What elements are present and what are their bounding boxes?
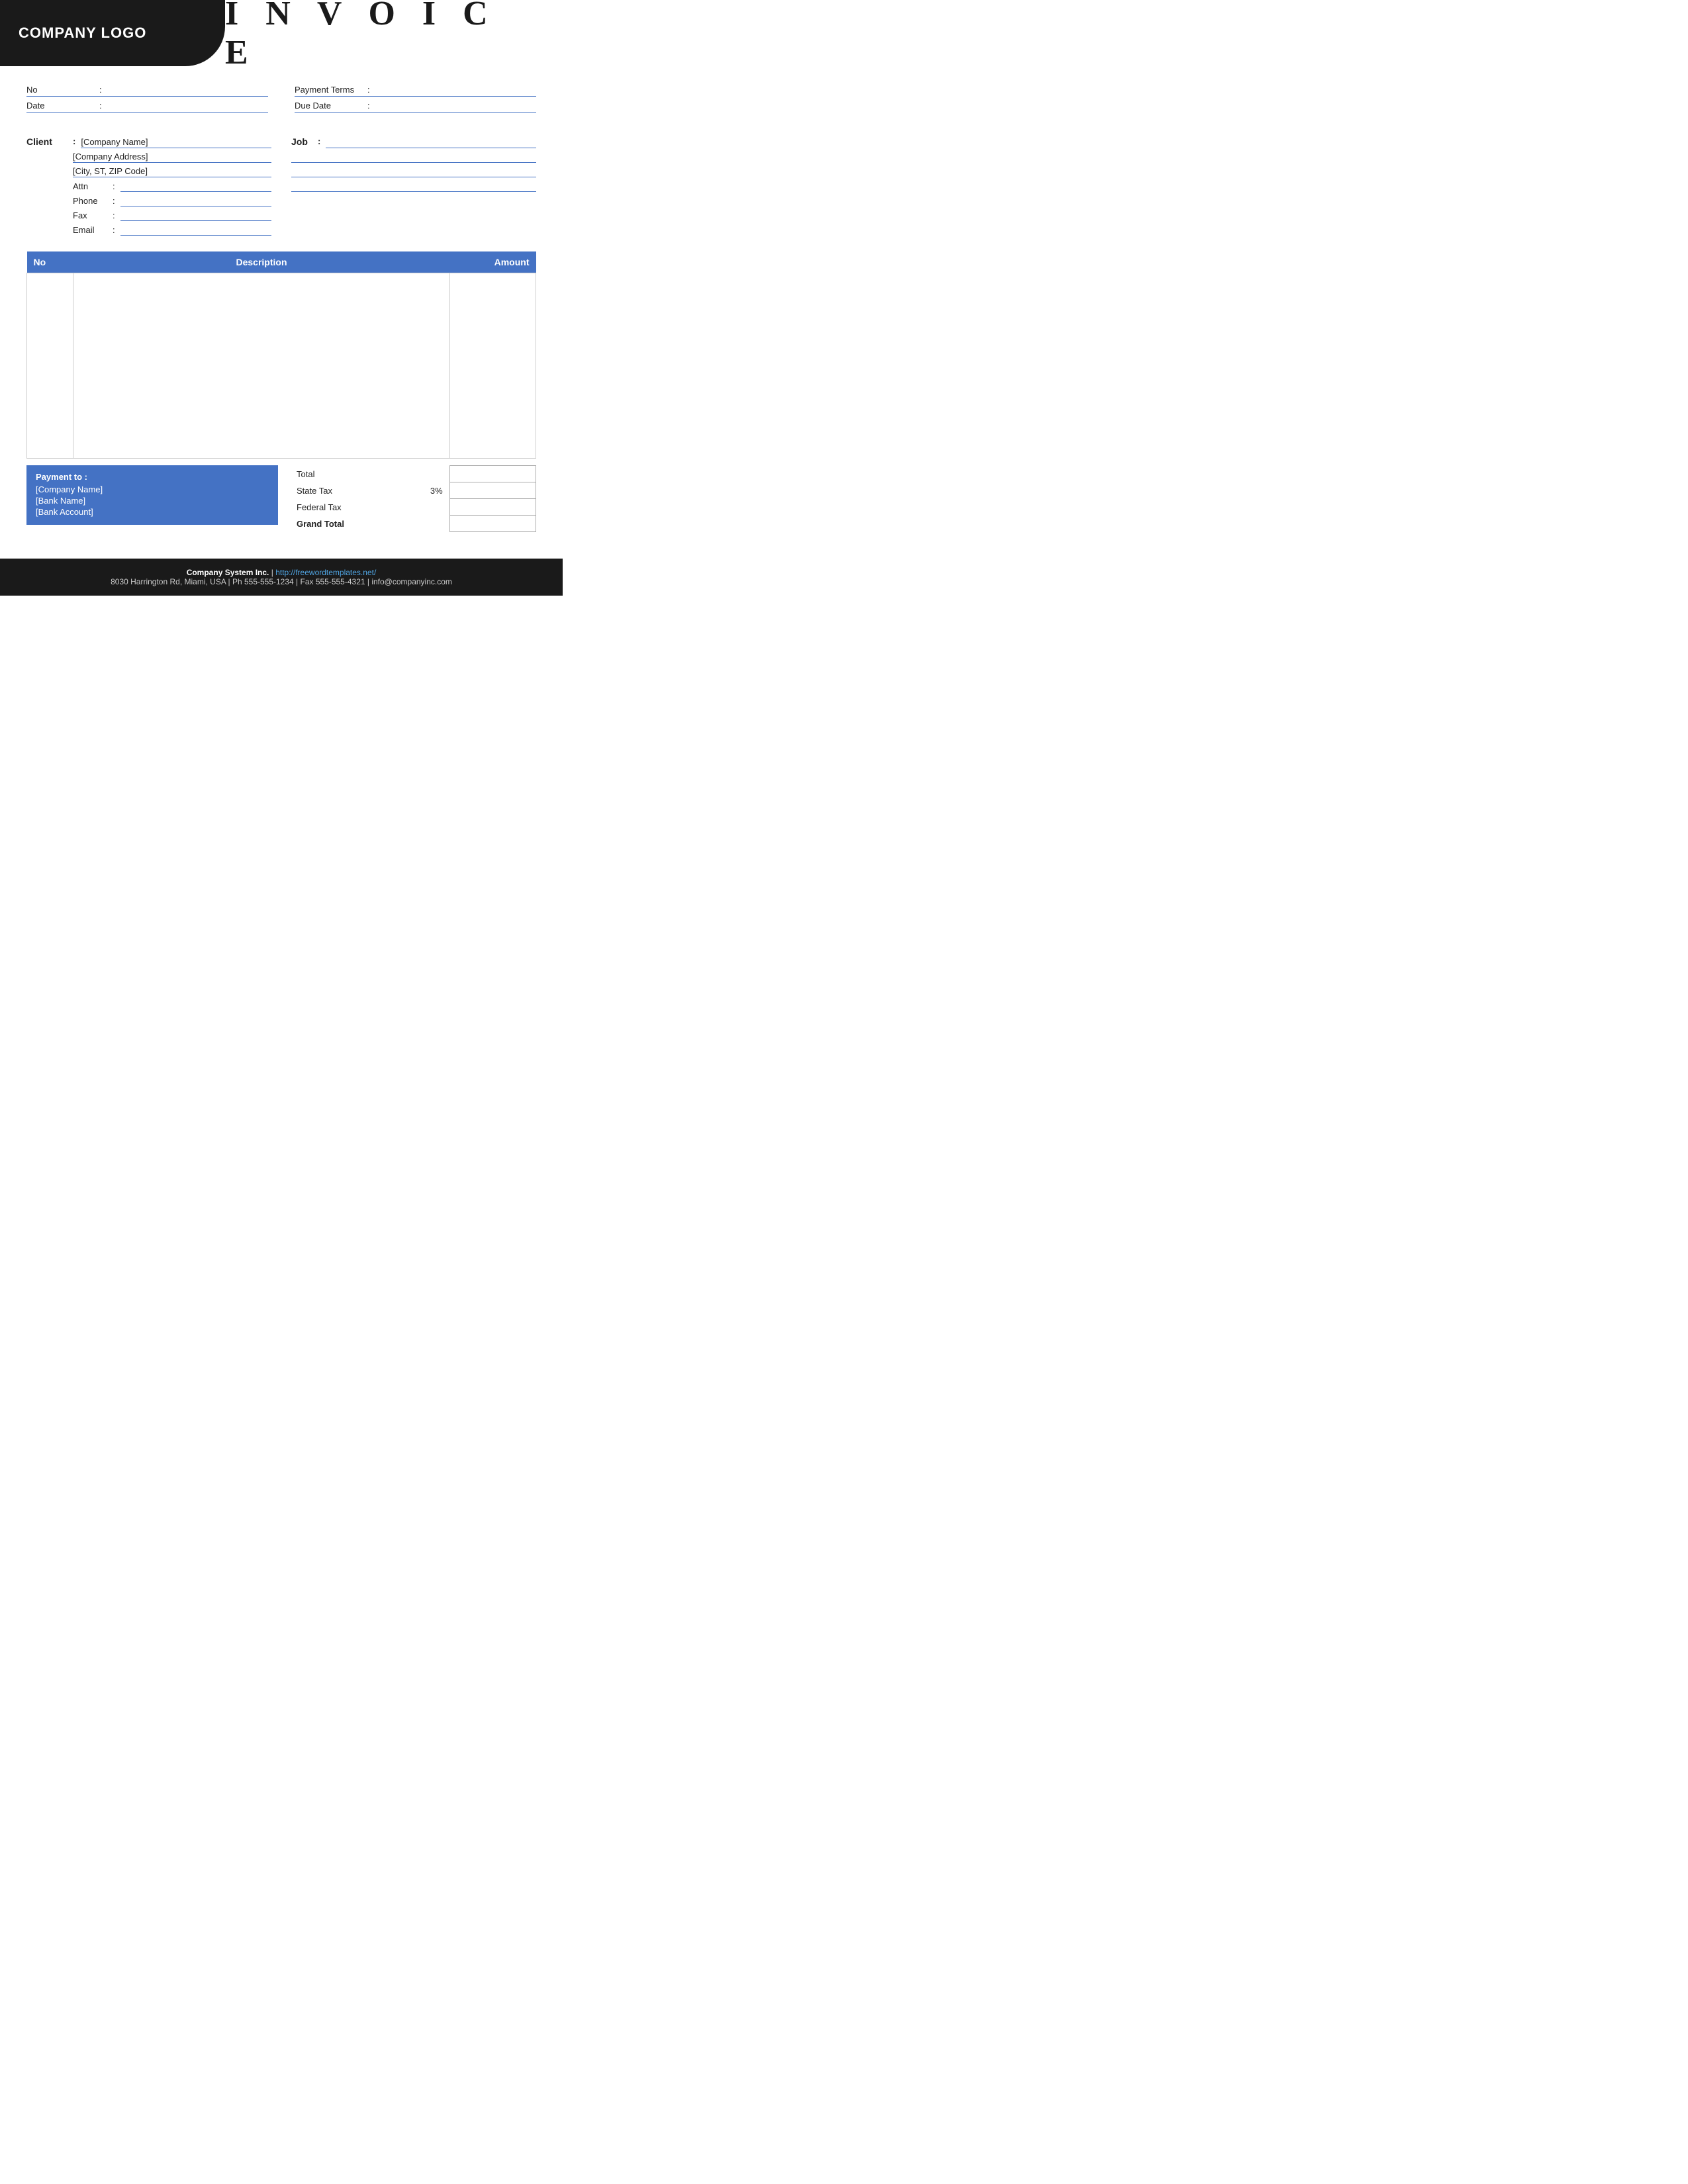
phone-label: Phone — [73, 196, 113, 206]
payment-title: Payment to : — [36, 472, 269, 482]
fax-value — [120, 209, 271, 221]
client-phone-row: Phone : — [26, 195, 271, 206]
grand-total-row: Grand Total — [291, 516, 536, 532]
state-tax-label: State Tax — [291, 482, 424, 499]
email-value — [120, 224, 271, 236]
job-colon: : — [318, 136, 320, 146]
fax-label: Fax — [73, 210, 113, 220]
attn-colon: : — [113, 181, 115, 191]
job-label: Job — [291, 136, 318, 147]
client-city-state-zip: [City, ST, ZIP Code] — [73, 165, 271, 177]
col-amount-header: Amount — [450, 251, 536, 273]
total-pct — [424, 466, 450, 482]
client-header-row: Client : [Company Name] — [26, 136, 271, 148]
client-company-name: [Company Name] — [81, 136, 271, 148]
grand-total-label: Grand Total — [291, 516, 424, 532]
grand-total-pct — [424, 516, 450, 532]
state-tax-value — [450, 482, 536, 499]
row-no — [27, 273, 73, 459]
federal-tax-pct — [424, 499, 450, 516]
logo-text: COMPANY LOGO — [13, 24, 146, 42]
info-section: No : Date : Payment Terms : Due Date : — [0, 66, 563, 123]
payment-bank: [Bank Name] — [36, 496, 269, 506]
date-colon: : — [99, 101, 102, 111]
federal-tax-row: Federal Tax — [291, 499, 536, 516]
logo-area: COMPANY LOGO — [0, 0, 225, 66]
invoice-title: I N V O I C E — [225, 0, 543, 72]
client-city-row: [City, ST, ZIP Code] — [26, 165, 271, 177]
client-attn-row: Attn : — [26, 180, 271, 192]
table-section: No Description Amount — [0, 245, 563, 465]
date-label: Date — [26, 101, 99, 111]
total-label: Total — [291, 466, 424, 482]
client-company-address: [Company Address] — [73, 151, 271, 163]
payment-terms-value — [377, 85, 536, 95]
due-date-colon: : — [367, 101, 370, 111]
client-job-section: Client : [Company Name] [Company Address… — [0, 123, 563, 245]
col-no-header: No — [27, 251, 73, 273]
total-value — [450, 466, 536, 482]
payment-account: [Bank Account] — [36, 507, 269, 517]
client-fax-row: Fax : — [26, 209, 271, 221]
payment-terms-colon: : — [367, 85, 370, 95]
phone-colon: : — [113, 196, 115, 206]
email-label: Email — [73, 225, 113, 235]
row-description — [73, 273, 450, 459]
fax-colon: : — [113, 210, 115, 220]
job-line1 — [326, 136, 536, 148]
job-line2 — [291, 151, 536, 163]
footer-line1: Company System Inc. | http://freewordtem… — [7, 568, 556, 577]
table-row — [27, 273, 536, 459]
no-colon: : — [99, 85, 102, 95]
totals-table: Total State Tax 3% Federal Tax Grand Tot… — [291, 465, 536, 532]
payment-terms-row: Payment Terms : — [295, 85, 536, 97]
job-line3 — [291, 165, 536, 177]
due-date-label: Due Date — [295, 101, 367, 111]
footer-line2: 8030 Harrington Rd, Miami, USA | Ph 555-… — [7, 577, 556, 586]
footer-section: Payment to : [Company Name] [Bank Name] … — [0, 465, 563, 539]
client-area: Client : [Company Name] [Company Address… — [26, 136, 271, 238]
no-value — [109, 85, 268, 95]
payment-company: [Company Name] — [36, 484, 269, 494]
state-tax-row: State Tax 3% — [291, 482, 536, 499]
due-date-value — [377, 101, 536, 111]
payment-box: Payment to : [Company Name] [Bank Name] … — [26, 465, 278, 525]
job-area: Job : — [291, 136, 536, 238]
phone-value — [120, 195, 271, 206]
attn-value — [120, 180, 271, 192]
job-line4 — [291, 180, 536, 192]
state-tax-pct: 3% — [424, 482, 450, 499]
federal-tax-value — [450, 499, 536, 516]
federal-tax-label: Federal Tax — [291, 499, 424, 516]
due-date-row: Due Date : — [295, 101, 536, 113]
footer-url[interactable]: http://freewordtemplates.net/ — [275, 568, 376, 577]
email-colon: : — [113, 225, 115, 235]
job-header-row: Job : — [291, 136, 536, 148]
date-value — [109, 101, 268, 111]
col-description-header: Description — [73, 251, 450, 273]
no-label: No — [26, 85, 99, 95]
row-amount — [450, 273, 536, 459]
client-email-row: Email : — [26, 224, 271, 236]
attn-label: Attn — [73, 181, 113, 191]
footer-company: Company System Inc. — [187, 568, 269, 577]
payment-terms-label: Payment Terms — [295, 85, 367, 95]
date-row: Date : — [26, 101, 268, 113]
footer-bar: Company System Inc. | http://freewordtem… — [0, 559, 563, 596]
totals-section: Total State Tax 3% Federal Tax Grand Tot… — [291, 465, 536, 532]
client-colon: : — [73, 136, 75, 146]
total-row: Total — [291, 466, 536, 482]
grand-total-value — [450, 516, 536, 532]
client-label: Client — [26, 136, 73, 147]
client-address-row: [Company Address] — [26, 151, 271, 163]
no-row: No : — [26, 85, 268, 97]
page-header: COMPANY LOGO I N V O I C E — [0, 0, 563, 66]
invoice-table: No Description Amount — [26, 251, 536, 459]
invoice-title-area: I N V O I C E — [225, 0, 563, 66]
